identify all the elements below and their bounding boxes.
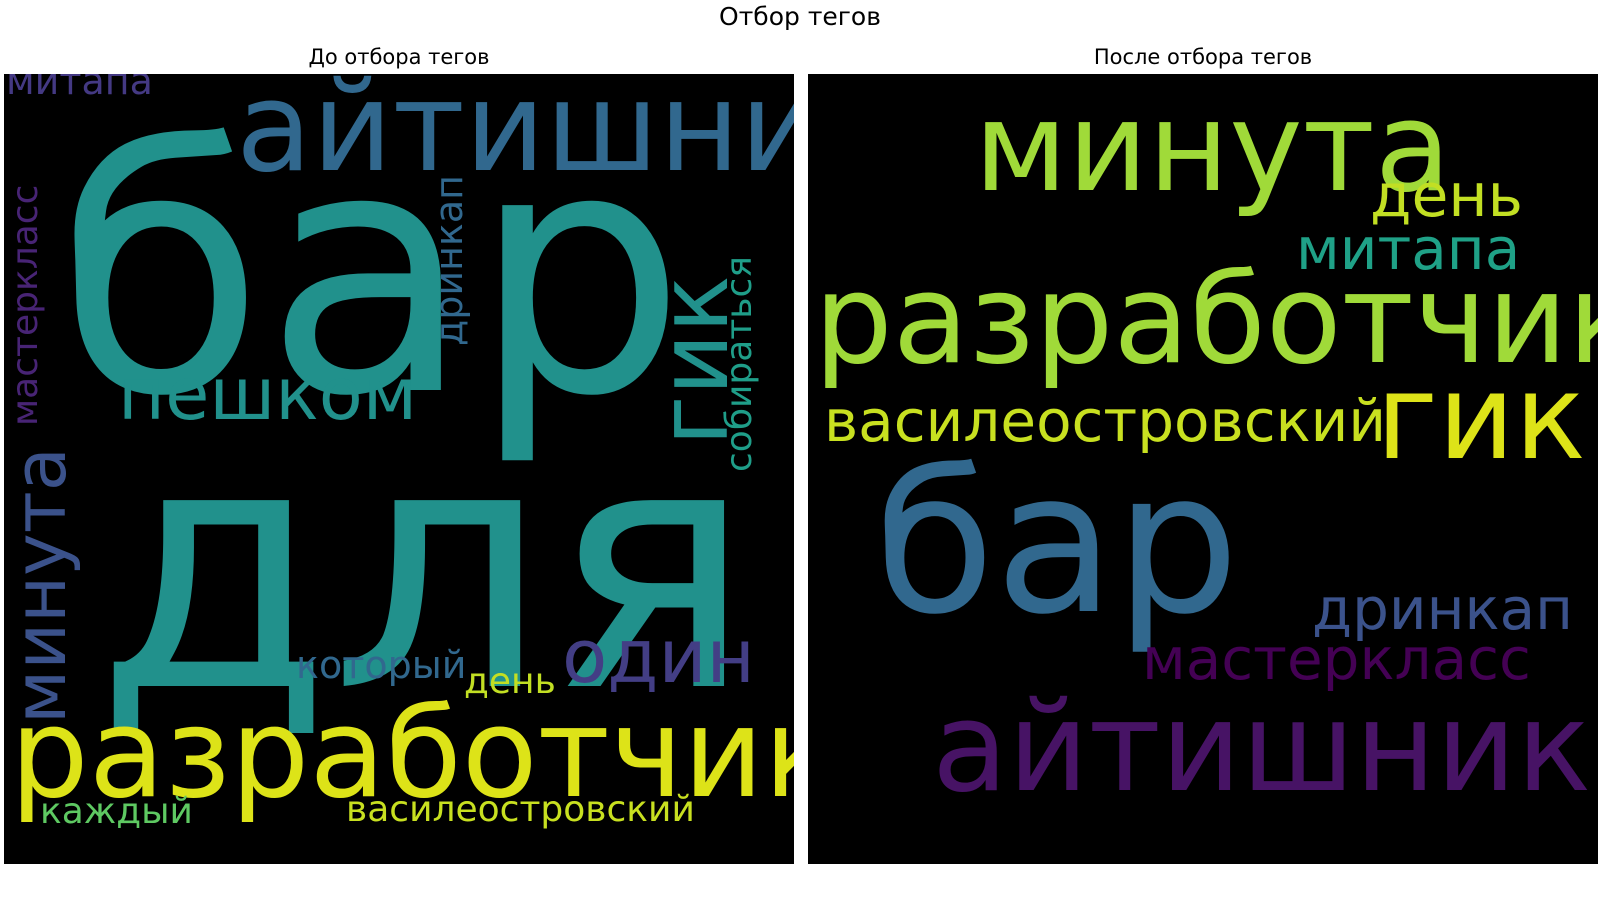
word-kotoryy: который bbox=[296, 643, 467, 687]
word-masterklass: мастеркласс bbox=[5, 184, 46, 426]
word-sobiratsya: собираться bbox=[719, 256, 760, 472]
wordcloud-before: бар для айтишник разработчик минута гик … bbox=[4, 74, 794, 864]
figure-title: Отбор тегов bbox=[719, 2, 881, 31]
wordcloud-after: минута день митапа разработчик василеост… bbox=[808, 74, 1598, 864]
word-drinkap: дринкап bbox=[427, 174, 471, 346]
word-minuta: минута bbox=[4, 447, 82, 724]
word-gik: гик bbox=[1376, 348, 1586, 486]
word-vasileostrovskiy: василеостровский bbox=[346, 789, 695, 830]
word-den: день bbox=[464, 661, 556, 702]
word-bar: бар bbox=[874, 430, 1240, 658]
panel-title-after: После отбора тегов bbox=[1093, 45, 1313, 69]
word-odin: один bbox=[562, 614, 755, 700]
word-kazhdyy: каждый bbox=[40, 791, 193, 832]
word-peshkom: пешком bbox=[118, 352, 418, 436]
panel-title-before: До отбора тегов bbox=[308, 45, 490, 69]
word-aytishnik: айтишник bbox=[236, 74, 794, 200]
word-mitapa: митапа bbox=[6, 74, 153, 103]
word-aytishnik: айтишник bbox=[932, 676, 1592, 820]
